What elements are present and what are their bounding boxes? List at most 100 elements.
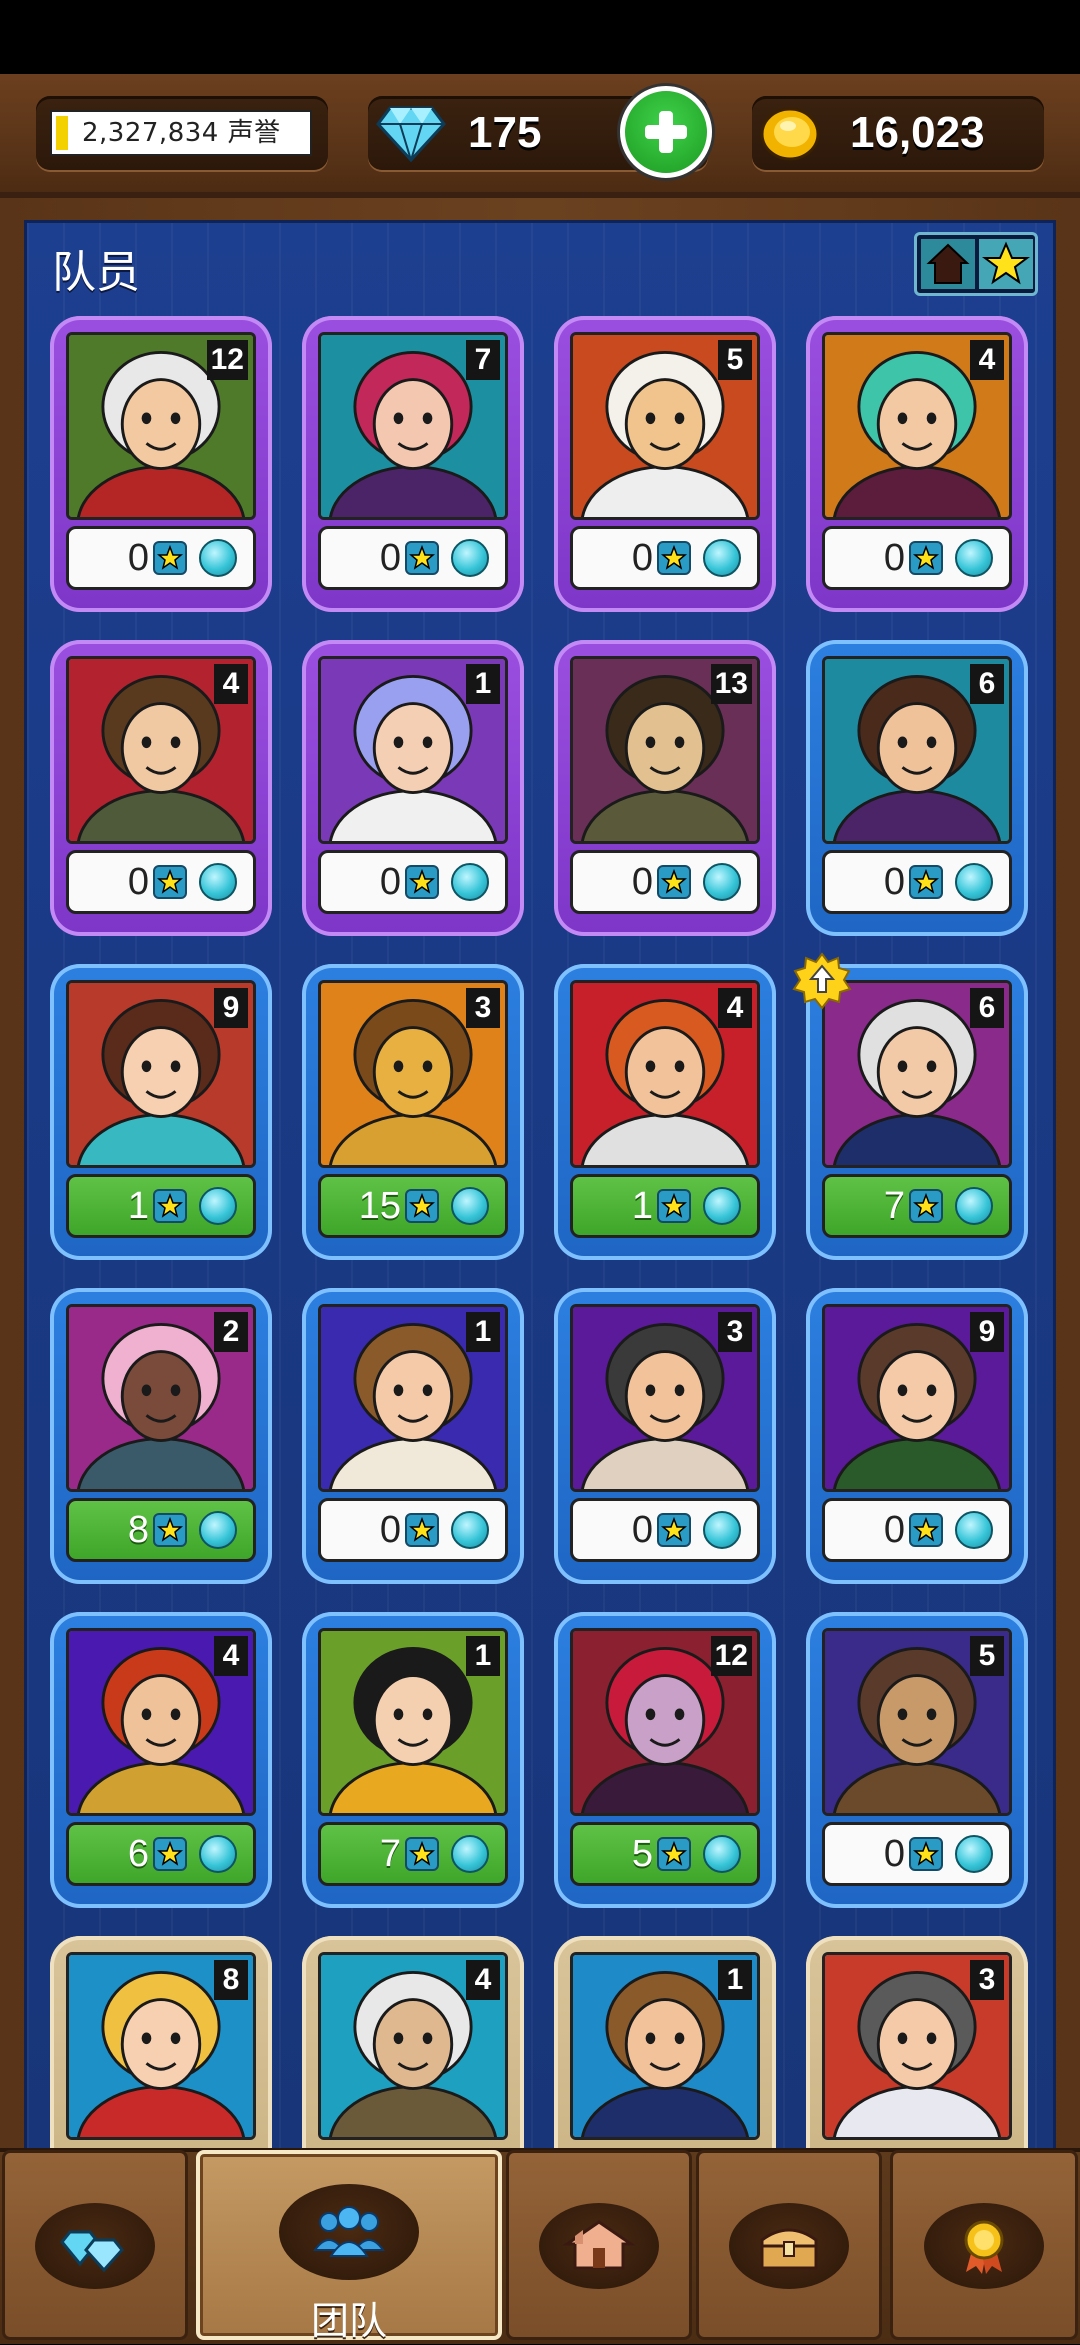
crew-portrait: 6 (822, 656, 1012, 844)
home-icon (926, 243, 970, 284)
crew-stat-bar: 0 (822, 1498, 1012, 1562)
crew-stat-bar: 0 (822, 526, 1012, 590)
crew-card[interactable]: 40 (50, 640, 272, 936)
nav-tab-buildings-plate (539, 2203, 659, 2289)
crew-card[interactable]: 46 (50, 1612, 272, 1908)
star-icon (405, 1189, 439, 1223)
energy-orb-icon (955, 539, 993, 577)
energy-orb-icon (703, 1511, 741, 1549)
buy-gems-button[interactable] (620, 86, 712, 178)
star-icon (153, 541, 187, 575)
nav-tab-gems[interactable] (2, 2150, 188, 2340)
reputation-progress: 2,327,834 声誉 (50, 110, 312, 156)
crew-card[interactable]: 60 (806, 640, 1028, 936)
crew-stat-bar: 0 (318, 526, 508, 590)
star-icon (909, 865, 943, 899)
crew-portrait: 4 (318, 1952, 508, 2140)
crew-level: 6 (970, 988, 1004, 1028)
crew-portrait: 3 (570, 1304, 760, 1492)
energy-orb-icon (451, 863, 489, 901)
nav-tab-gems-plate (35, 2203, 155, 2289)
crew-star-count: 7 (379, 1833, 401, 1875)
crew-level: 1 (466, 1636, 500, 1676)
nav-tab-buildings[interactable] (506, 2150, 692, 2340)
star-icon (982, 241, 1030, 285)
crew-level: 4 (466, 1960, 500, 2000)
star-icon (909, 1513, 943, 1547)
crew-level: 7 (466, 340, 500, 380)
buildings-icon (562, 2220, 636, 2270)
energy-orb-icon (199, 1835, 237, 1873)
crew-level: 3 (970, 1960, 1004, 2000)
crew-card[interactable]: 40 (806, 316, 1028, 612)
reputation-counter[interactable]: 2,327,834 声誉 (36, 96, 328, 170)
energy-orb-icon (703, 863, 741, 901)
crew-card[interactable]: 70 (302, 316, 524, 612)
crew-portrait: 3 (822, 1952, 1012, 2140)
crew-portrait: 8 (66, 1952, 256, 2140)
crew-level: 4 (214, 1636, 248, 1676)
crew-portrait: 4 (822, 332, 1012, 520)
crew-portrait: 5 (822, 1628, 1012, 1816)
energy-orb-icon (451, 539, 489, 577)
crew-stat-bar: 8 (66, 1498, 256, 1562)
nav-tab-achievements[interactable] (890, 2150, 1078, 2340)
crew-stat-bar: 0 (822, 850, 1012, 914)
crew-card[interactable]: 13 0 (554, 640, 776, 936)
star-icon (909, 541, 943, 575)
star-icon (405, 541, 439, 575)
crew-card[interactable]: 90 (806, 1288, 1028, 1584)
crew-portrait: 1 (318, 656, 508, 844)
crew-star-count: 6 (127, 1833, 149, 1875)
crew-card[interactable]: 10 (302, 640, 524, 936)
gem-value: 175 (468, 108, 542, 157)
crew-level: 3 (466, 988, 500, 1028)
crew-star-count: 8 (127, 1509, 149, 1551)
crew-level: 2 (214, 1312, 248, 1352)
nav-tab-team[interactable]: 团队 (196, 2150, 502, 2343)
star-icon (909, 1837, 943, 1871)
crew-card[interactable]: 12 5 (554, 1612, 776, 1908)
sort-by-star-button[interactable] (979, 239, 1033, 289)
energy-orb-icon (199, 1511, 237, 1549)
upgrade-available-icon[interactable] (792, 952, 852, 1012)
gold-counter[interactable]: 16,023 (752, 96, 1044, 170)
crew-card[interactable]: 3 15 (302, 964, 524, 1260)
crew-card[interactable]: 28 (50, 1288, 272, 1584)
crew-card[interactable]: 12 0 (50, 316, 272, 612)
crew-card[interactable]: 91 (50, 964, 272, 1260)
nav-tab-chest[interactable] (696, 2150, 882, 2340)
crew-card[interactable]: 41 (554, 964, 776, 1260)
crew-level: 3 (718, 1312, 752, 1352)
crew-level: 8 (214, 1960, 248, 2000)
energy-orb-icon (199, 539, 237, 577)
crew-star-count: 0 (127, 861, 149, 903)
sort-toggle[interactable] (914, 232, 1038, 296)
energy-orb-icon (199, 863, 237, 901)
energy-orb-icon (703, 1835, 741, 1873)
crew-portrait: 9 (822, 1304, 1012, 1492)
crew-stat-bar: 6 (66, 1822, 256, 1886)
sort-by-home-button[interactable] (921, 239, 975, 289)
crew-stat-bar: 5 (570, 1822, 760, 1886)
crew-stat-bar: 0 (66, 850, 256, 914)
star-icon (909, 1189, 943, 1223)
crew-card[interactable]: 50 (806, 1612, 1028, 1908)
crew-star-count: 0 (883, 1833, 905, 1875)
resource-bar: 2,327,834 声誉 175 16,023 (0, 74, 1080, 198)
crew-card[interactable]: 17 (302, 1612, 524, 1908)
energy-orb-icon (451, 1187, 489, 1225)
crew-card[interactable]: 50 (554, 316, 776, 612)
energy-orb-icon (955, 863, 993, 901)
crew-portrait: 12 (570, 1628, 760, 1816)
crew-star-count: 5 (631, 1833, 653, 1875)
nav-tab-team-label: 团队 (310, 2299, 387, 2343)
crew-card[interactable]: 10 (302, 1288, 524, 1584)
gold-value: 16,023 (850, 108, 985, 157)
crew-level: 12 (206, 340, 248, 380)
crew-stat-bar: 0 (570, 526, 760, 590)
crew-level: 1 (718, 1960, 752, 2000)
crew-star-count: 0 (631, 537, 653, 579)
crew-card[interactable]: 30 (554, 1288, 776, 1584)
crew-star-count: 0 (379, 537, 401, 579)
